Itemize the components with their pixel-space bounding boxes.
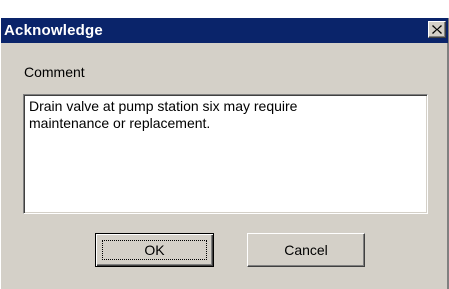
dialog-title: Acknowledge [4,22,103,39]
acknowledge-dialog: Acknowledge Comment Drain valve at pump … [0,0,449,289]
title-bar[interactable]: Acknowledge [1,18,448,43]
cancel-button[interactable]: Cancel [247,233,365,267]
ok-button-label: OK [102,240,207,260]
close-button[interactable] [428,21,446,38]
top-strip [0,0,449,18]
comment-label: Comment [24,64,85,80]
ok-button[interactable]: OK [95,233,214,267]
comment-textarea[interactable]: Drain valve at pump station six may requ… [23,94,428,214]
close-x-icon [432,25,442,34]
dialog-frame-left [0,18,1,289]
